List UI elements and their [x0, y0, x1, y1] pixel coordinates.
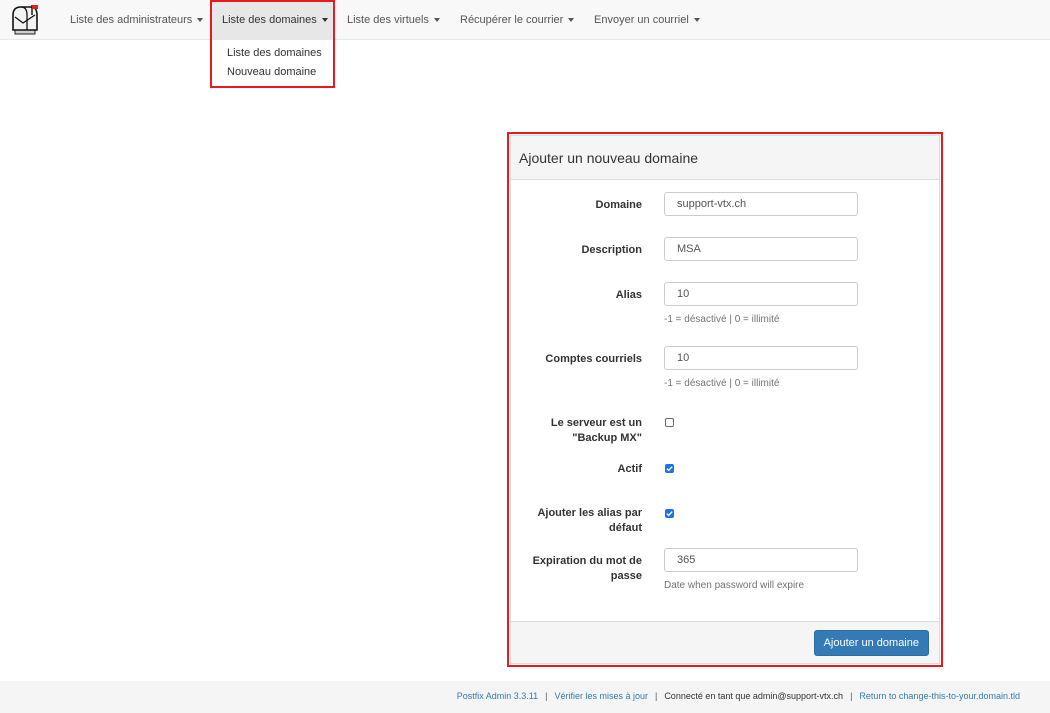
footer-line: Postfix Admin 3.3.11 | Vérifier les mises …: [457, 691, 1020, 701]
footer-logged-in-text: Connecté en tant que admin@support-vtx.c…: [664, 691, 844, 701]
domain-label: Domaine: [595, 199, 642, 211]
add-domain-button[interactable]: Ajouter un domaine: [813, 630, 929, 656]
caret-down-icon: [321, 18, 328, 23]
backup-mx-label: Le serveur est un "Backup MX": [550, 417, 642, 444]
default-aliases-checkbox[interactable]: [665, 509, 674, 518]
nav-virtual-list-label: Liste des virtuels: [347, 14, 429, 26]
aliases-label: Alias: [615, 289, 642, 301]
description-label: Description: [581, 244, 642, 256]
checkmark-icon: [666, 466, 673, 472]
footer-check-updates-link[interactable]: Vérifier les mises à jour: [554, 691, 648, 701]
add-domain-panel: Ajouter un nouveau domaine Domaine Descr…: [510, 135, 940, 664]
nav-admin-list-label: Liste des administrateurs: [70, 14, 193, 26]
aliases-input[interactable]: [664, 282, 858, 306]
nav-admin-list[interactable]: Liste des administrateurs: [70, 0, 204, 40]
aliases-help-text: -1 = désactivé | 0 = illimité: [664, 314, 780, 325]
backup-mx-checkbox[interactable]: [665, 418, 674, 427]
footer-version-link[interactable]: Postfix Admin 3.3.11: [457, 691, 538, 701]
description-input[interactable]: [664, 237, 858, 261]
default-aliases-label: Ajouter les alias par défaut: [537, 507, 642, 534]
dropdown-item-new-domain[interactable]: Nouveau domaine: [227, 66, 316, 78]
domain-input[interactable]: [664, 192, 858, 216]
nav-send-mail-label: Envoyer un courriel: [594, 14, 689, 26]
nav-domain-list[interactable]: Liste des domaines: [212, 0, 335, 40]
panel-heading: Ajouter un nouveau domaine: [511, 136, 939, 180]
postfix-admin-logo-icon[interactable]: [9, 3, 41, 37]
password-expiry-help-text: Date when password will expire: [664, 580, 805, 591]
active-checkbox[interactable]: [665, 464, 674, 473]
panel-footer: Ajouter un domaine: [511, 621, 939, 663]
nav-send-mail[interactable]: Envoyer un courriel: [594, 0, 700, 40]
caret-down-icon: [693, 18, 700, 23]
nav-virtual-list[interactable]: Liste des virtuels: [347, 0, 440, 40]
mailboxes-label: Comptes courriels: [545, 353, 642, 365]
top-navbar: Liste des administrateurs Liste des doma…: [0, 0, 1050, 40]
caret-down-icon: [197, 18, 204, 23]
mailboxes-help-text: -1 = désactivé | 0 = illimité: [664, 378, 780, 389]
panel-title: Ajouter un nouveau domaine: [519, 150, 699, 166]
footer-return-link[interactable]: Return to change-this-to-your.domain.tld: [859, 691, 1020, 701]
page-footer: Postfix Admin 3.3.11 | Vérifier les mises …: [0, 681, 1050, 713]
nav-fetchmail-label: Récupérer le courrier: [460, 14, 564, 26]
nav-fetchmail[interactable]: Récupérer le courrier: [460, 0, 575, 40]
domain-dropdown-menu: Liste des domaines Nouveau domaine: [214, 40, 334, 84]
caret-down-icon: [433, 18, 440, 23]
password-expiry-input[interactable]: [664, 548, 858, 572]
checkmark-icon: [666, 511, 673, 517]
dropdown-item-domain-list[interactable]: Liste des domaines: [227, 47, 322, 59]
active-label: Actif: [617, 463, 642, 475]
footer-separator: |: [654, 691, 658, 701]
mailboxes-input[interactable]: [664, 346, 858, 370]
footer-separator: |: [850, 691, 853, 701]
password-expiry-label: Expiration du mot de passe: [532, 555, 642, 582]
nav-domain-list-label: Liste des domaines: [222, 14, 317, 26]
caret-down-icon: [568, 18, 575, 23]
footer-separator: |: [545, 691, 548, 701]
